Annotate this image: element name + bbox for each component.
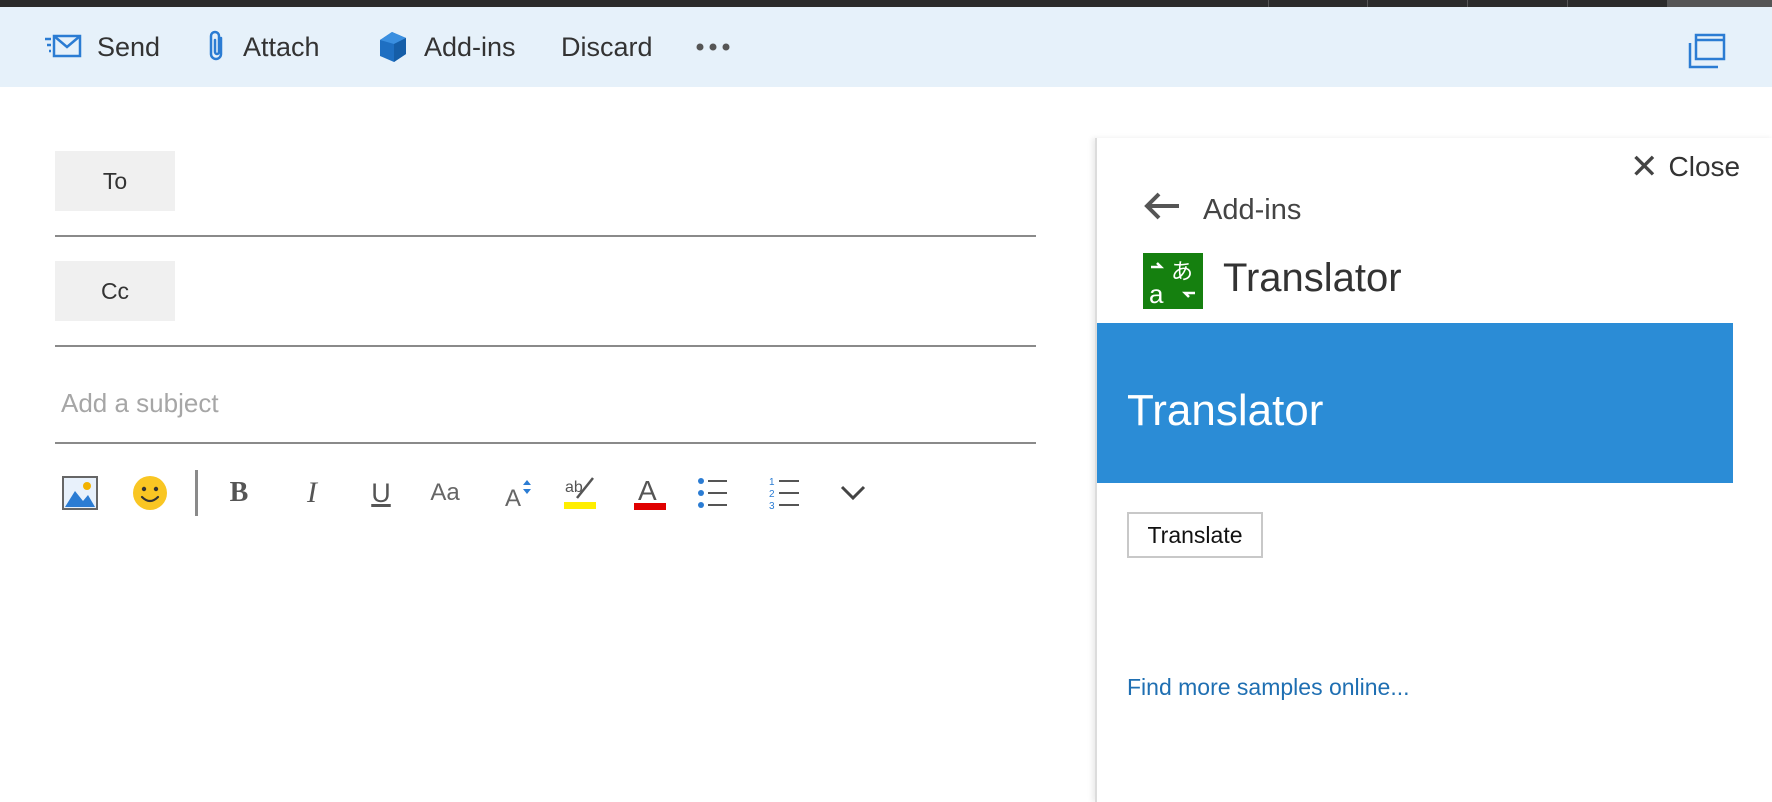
window-tab[interactable] xyxy=(1367,0,1466,7)
popout-icon xyxy=(1688,33,1726,69)
send-label: Send xyxy=(97,31,161,62)
close-pane-button[interactable]: ✕ Close xyxy=(1630,150,1740,184)
attach-label: Attach xyxy=(243,31,320,62)
addins-button[interactable]: Add-ins xyxy=(378,7,516,87)
addins-icon xyxy=(380,32,406,62)
window-tab[interactable] xyxy=(1268,0,1367,7)
underline-icon: U xyxy=(371,477,391,508)
bullets-icon xyxy=(698,478,727,508)
close-label: Close xyxy=(1668,151,1741,182)
chevron-down-icon xyxy=(840,485,866,501)
svg-text:A: A xyxy=(638,475,657,506)
window-top-strip xyxy=(0,0,1772,7)
addins-label: Add-ins xyxy=(424,31,516,62)
to-label: To xyxy=(102,167,128,194)
send-icon xyxy=(45,34,82,58)
paperclip-icon xyxy=(209,30,223,61)
attach-button[interactable]: Attach xyxy=(205,7,320,87)
insert-picture-button[interactable] xyxy=(58,468,102,518)
cc-label: Cc xyxy=(100,277,130,304)
discard-button[interactable]: Discard xyxy=(561,7,653,87)
discard-label: Discard xyxy=(561,31,653,62)
window-tab[interactable] xyxy=(1667,0,1772,7)
svg-text:a: a xyxy=(1149,279,1164,309)
more-formatting-button[interactable] xyxy=(836,468,870,518)
underline-button[interactable]: U xyxy=(364,468,398,518)
emoji-button[interactable] xyxy=(128,468,172,518)
toolbar-separator xyxy=(195,470,198,516)
back-arrow-icon xyxy=(1144,192,1179,220)
svg-text:2: 2 xyxy=(769,489,775,500)
find-samples-link[interactable]: Find more samples online... xyxy=(1127,674,1410,701)
banner-title: Translator xyxy=(1127,386,1324,435)
addins-breadcrumb: Add-ins xyxy=(1203,194,1302,226)
svg-text:A: A xyxy=(505,485,521,510)
more-icon xyxy=(696,43,730,51)
window-tab[interactable] xyxy=(1567,0,1666,7)
font-size-icon: Aa xyxy=(430,479,460,506)
command-bar: Send Attach Add-ins Discard xyxy=(0,7,1772,87)
addin-banner: Translator xyxy=(1097,323,1733,483)
more-actions-button[interactable] xyxy=(696,7,744,87)
grow-text-icon: A xyxy=(505,480,531,510)
translator-app-icon: a あ xyxy=(1143,253,1203,309)
bullets-button[interactable] xyxy=(696,468,730,518)
svg-text:あ: あ xyxy=(1171,260,1193,285)
cc-field-underline xyxy=(55,345,1036,347)
popout-button[interactable] xyxy=(1686,33,1726,74)
send-button[interactable]: Send xyxy=(43,7,160,87)
app-name: Translator xyxy=(1223,256,1402,300)
numbering-icon: 1 2 3 xyxy=(769,477,799,511)
subject-input[interactable] xyxy=(55,378,1042,428)
svg-text:3: 3 xyxy=(769,501,775,511)
window-tab[interactable] xyxy=(1467,0,1566,7)
bold-button[interactable]: B xyxy=(222,468,256,518)
font-size-button[interactable]: Aa xyxy=(425,468,465,518)
cc-button[interactable]: Cc xyxy=(55,261,175,321)
numbering-button[interactable]: 1 2 3 xyxy=(768,468,802,518)
grow-text-button[interactable]: A xyxy=(502,468,536,518)
emoji-icon xyxy=(133,476,167,510)
back-button[interactable] xyxy=(1143,190,1183,227)
font-color-icon: A xyxy=(634,475,666,510)
svg-text:1: 1 xyxy=(769,477,775,488)
italic-button[interactable]: I xyxy=(295,468,329,518)
to-button[interactable]: To xyxy=(55,151,175,211)
translator-icon: a あ xyxy=(1149,260,1195,309)
highlight-icon: ab xyxy=(564,477,596,509)
insert-picture-icon xyxy=(62,476,98,510)
font-color-button[interactable]: A xyxy=(633,468,667,518)
bold-icon: B xyxy=(229,477,249,508)
highlight-button[interactable]: ab xyxy=(562,468,598,518)
close-icon: ✕ xyxy=(1630,148,1659,186)
subject-underline xyxy=(55,442,1036,444)
translate-button[interactable]: Translate xyxy=(1127,512,1263,558)
to-field-underline xyxy=(55,235,1036,237)
italic-icon: I xyxy=(307,476,317,509)
